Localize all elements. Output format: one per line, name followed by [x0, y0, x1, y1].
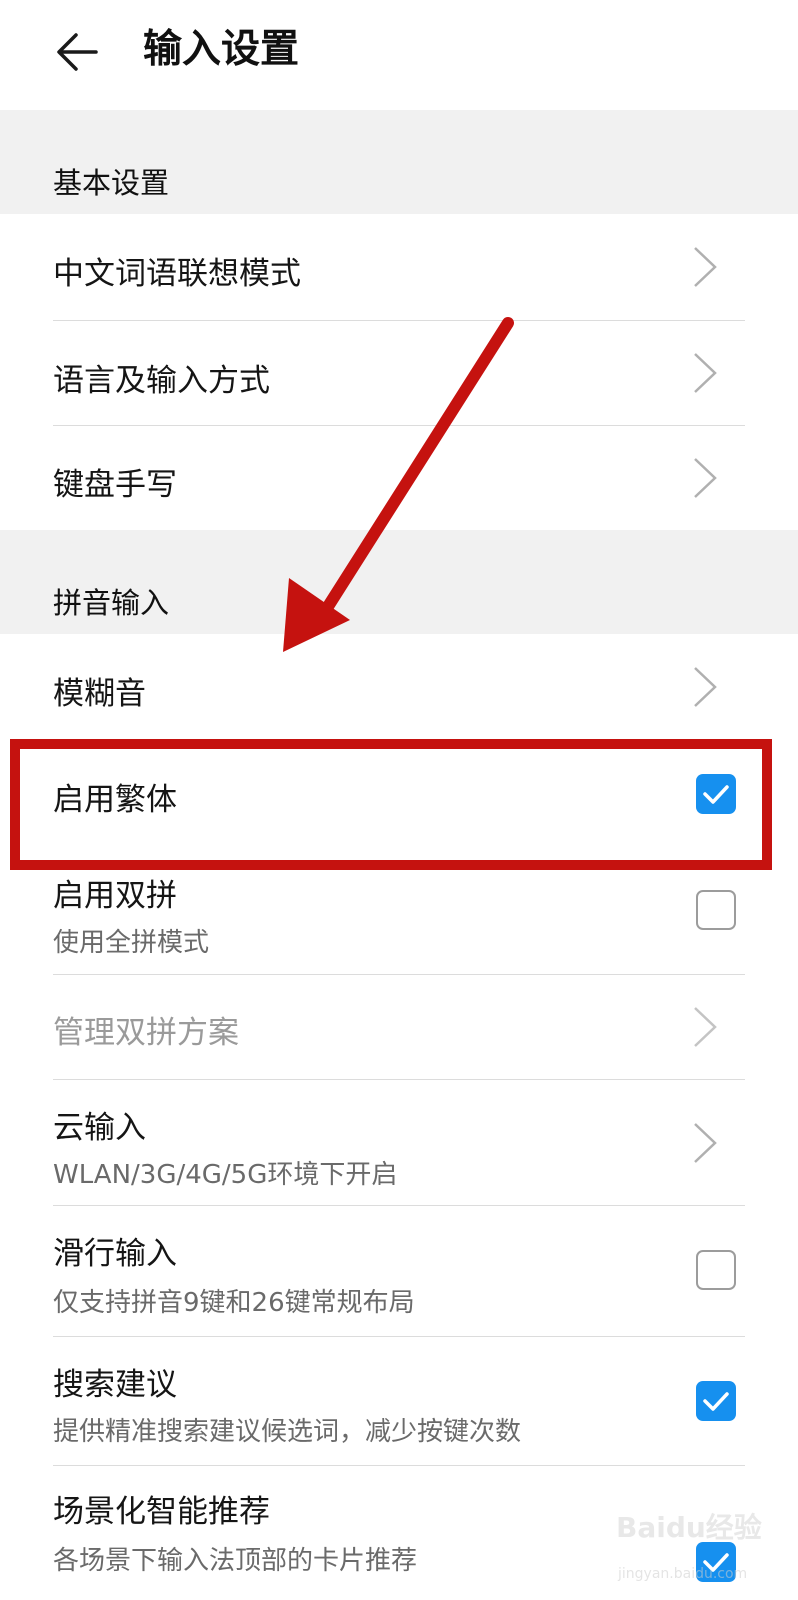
watermark-url: jingyan.baidu.com	[618, 1566, 748, 1582]
page-title: 输入设置	[143, 27, 300, 72]
setting-label: 启用繁体	[53, 782, 177, 818]
setting-item-word-association[interactable]: 中文词语联想模式	[0, 214, 798, 320]
back-button[interactable]	[52, 26, 104, 78]
setting-item-manage-shuangpin[interactable]: 管理双拼方案	[0, 975, 798, 1079]
top-app-bar: 输入设置	[0, 0, 798, 110]
section-title: 拼音输入	[53, 586, 170, 620]
chevron-right-icon	[694, 1123, 717, 1163]
checkbox-checked[interactable]	[696, 1381, 736, 1421]
watermark-text: Baidu经验	[616, 1511, 762, 1544]
setting-label: 场景化智能推荐	[53, 1494, 270, 1530]
setting-item-fuzzy-pinyin[interactable]: 模糊音	[0, 634, 798, 738]
setting-label: 启用双拼	[53, 878, 177, 914]
setting-item-cloud-input[interactable]: 云输入 WLAN/3G/4G/5G环境下开启	[0, 1080, 798, 1205]
setting-sublabel: 各场景下输入法顶部的卡片推荐	[53, 1546, 418, 1576]
arrow-left-icon	[57, 33, 98, 71]
setting-label: 中文词语联想模式	[53, 256, 301, 292]
setting-sublabel: 提供精准搜索建议候选词，减少按键次数	[53, 1417, 522, 1447]
chevron-right-icon	[694, 458, 717, 498]
checkbox-checked[interactable]	[696, 774, 736, 814]
chevron-right-icon	[694, 247, 717, 287]
section-header-basic: 基本设置	[0, 110, 798, 214]
setting-item-search-suggestions[interactable]: 搜索建议 提供精准搜索建议候选词，减少按键次数	[0, 1337, 798, 1465]
checkbox-unchecked[interactable]	[696, 1250, 736, 1290]
section-title: 基本设置	[53, 166, 170, 200]
setting-label: 搜索建议	[53, 1367, 177, 1403]
chevron-right-icon	[694, 667, 717, 707]
checkmark-icon	[703, 785, 729, 804]
chevron-right-icon	[694, 1007, 717, 1047]
chevron-right-icon	[694, 353, 717, 393]
setting-item-language-input[interactable]: 语言及输入方式	[0, 321, 798, 425]
setting-sublabel: WLAN/3G/4G/5G环境下开启	[53, 1160, 398, 1190]
setting-label: 滑行输入	[53, 1236, 177, 1272]
setting-label: 云输入	[53, 1110, 146, 1146]
checkmark-icon	[703, 1392, 729, 1411]
section-header-pinyin: 拼音输入	[0, 530, 798, 634]
setting-item-traditional-chinese[interactable]: 启用繁体	[0, 740, 798, 868]
baidu-watermark: Baidu经验 jingyan.baidu.com	[612, 1504, 762, 1594]
setting-label: 键盘手写	[53, 467, 177, 503]
setting-item-keyboard-handwriting[interactable]: 键盘手写	[0, 426, 798, 530]
setting-sublabel: 使用全拼模式	[53, 928, 210, 958]
setting-label: 模糊音	[53, 676, 146, 712]
setting-label: 语言及输入方式	[53, 363, 270, 399]
setting-sublabel: 仅支持拼音9键和26键常规布局	[53, 1288, 415, 1318]
setting-item-glide-input[interactable]: 滑行输入 仅支持拼音9键和26键常规布局	[0, 1206, 798, 1336]
setting-label: 管理双拼方案	[53, 1015, 239, 1051]
setting-item-shuangpin[interactable]: 启用双拼 使用全拼模式	[0, 868, 798, 974]
checkbox-unchecked[interactable]	[696, 890, 736, 930]
